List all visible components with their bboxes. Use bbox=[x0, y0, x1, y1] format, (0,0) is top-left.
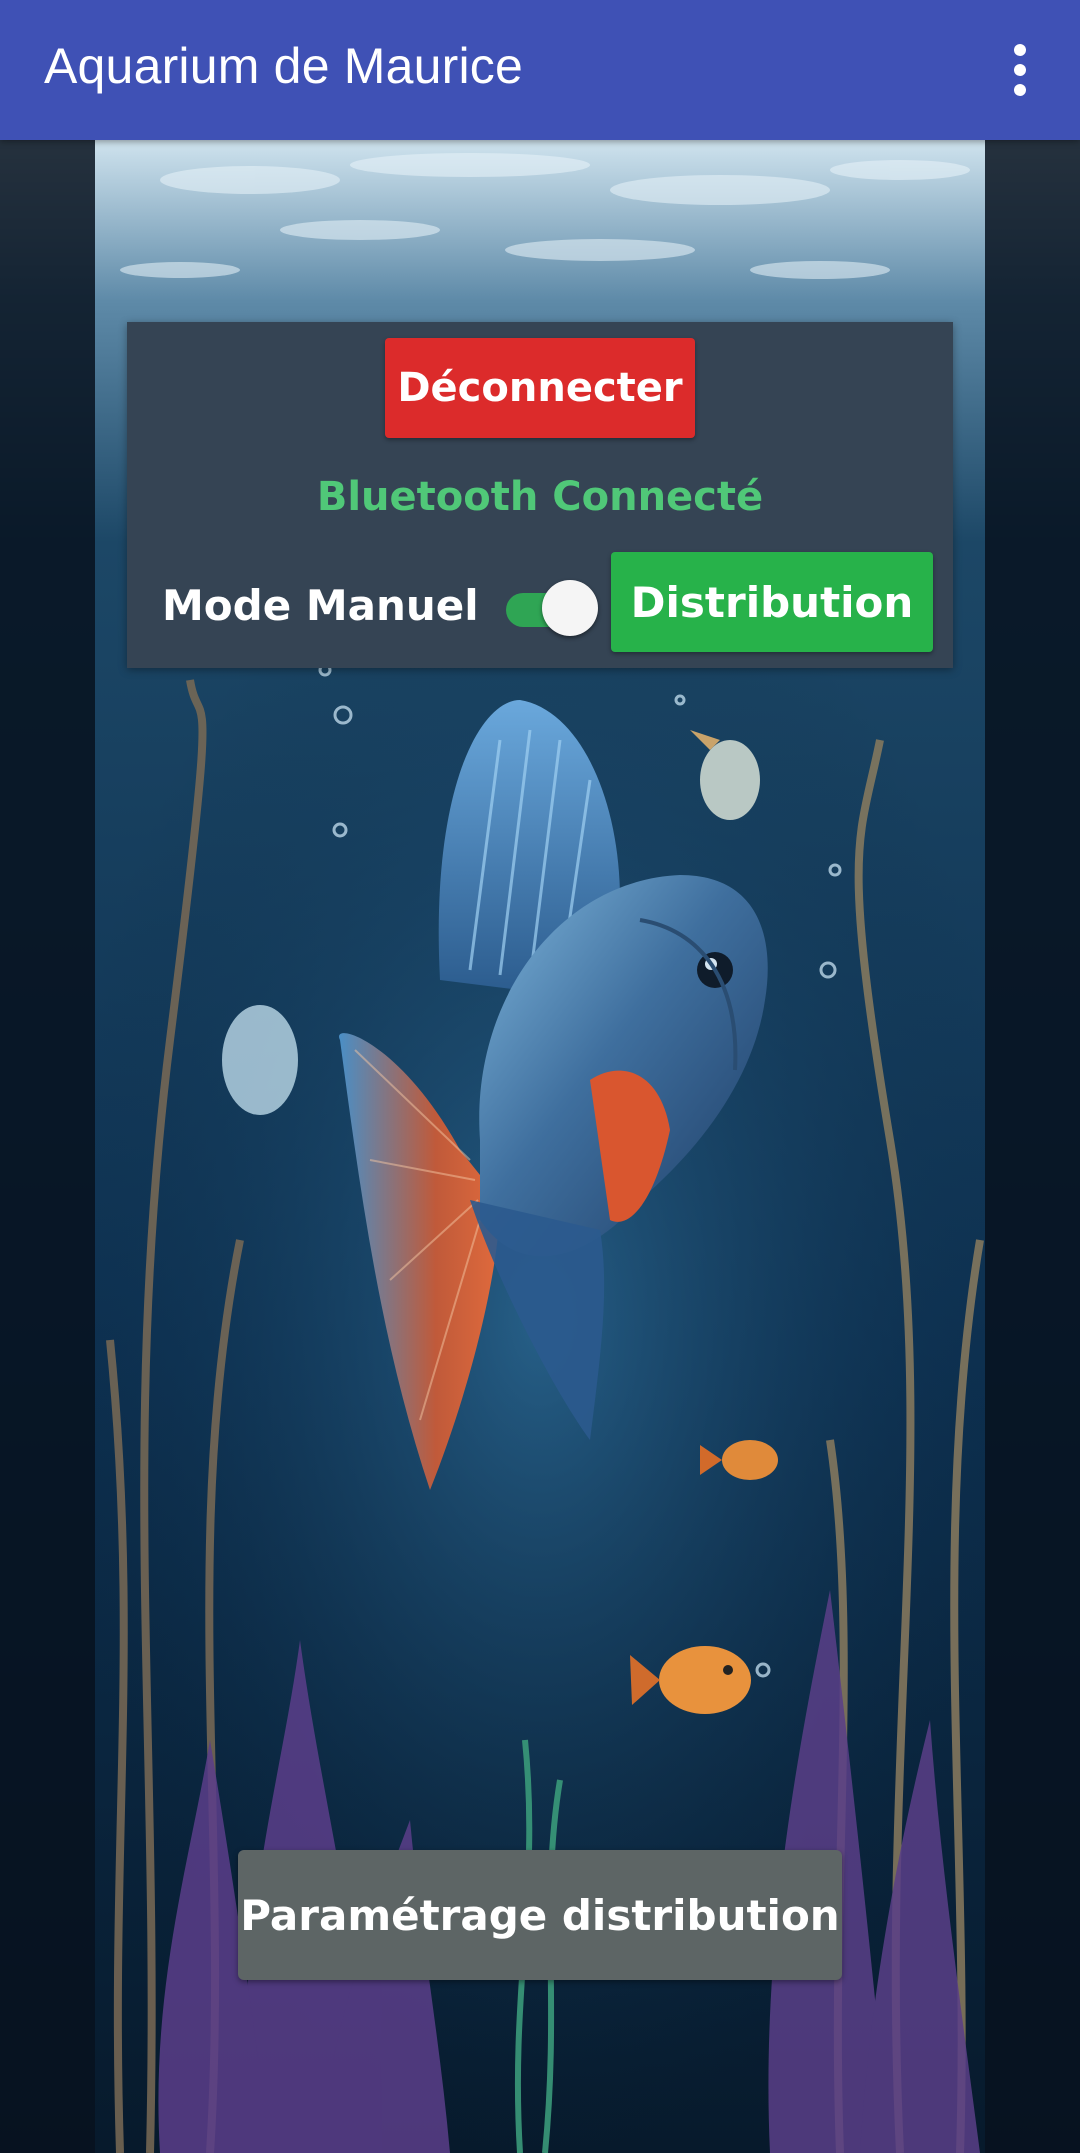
disconnect-button[interactable]: Déconnecter bbox=[385, 338, 695, 438]
more-vert-icon bbox=[1014, 44, 1026, 96]
manual-mode-label: Mode Manuel bbox=[162, 581, 479, 630]
overflow-menu-button[interactable] bbox=[980, 30, 1060, 110]
distribution-settings-button[interactable]: Paramétrage distribution bbox=[238, 1850, 842, 1980]
switch-thumb bbox=[542, 580, 598, 636]
manual-mode-switch[interactable] bbox=[502, 577, 602, 637]
control-panel: Déconnecter Bluetooth Connecté Mode Manu… bbox=[127, 322, 953, 668]
bluetooth-status: Bluetooth Connecté bbox=[316, 474, 764, 520]
app-title: Aquarium de Maurice bbox=[44, 38, 524, 94]
distribution-button[interactable]: Distribution bbox=[611, 552, 933, 652]
app-bar: Aquarium de Maurice bbox=[0, 0, 1080, 140]
